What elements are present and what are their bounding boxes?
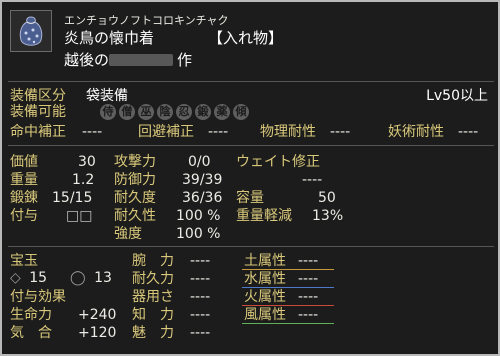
hit-correction-label: 命中補正 xyxy=(10,124,66,140)
bonus-label: 器用さ xyxy=(132,289,174,305)
effect-label: 生命力 xyxy=(10,307,52,323)
durability-resist-label: 耐久性 xyxy=(114,208,156,224)
defense-value: 39/39 xyxy=(182,172,223,188)
divider xyxy=(8,145,494,146)
fire-line xyxy=(242,305,334,306)
class-tags: 侍僧巫陰忍鍛薬傾 xyxy=(100,103,252,120)
effects-label: 付与効果 xyxy=(10,289,66,305)
class-tag: 陰 xyxy=(157,104,173,120)
spell-resist-value: ---- xyxy=(458,124,479,140)
capacity-value: 50 xyxy=(318,190,336,206)
maker-prefix: 越後の xyxy=(64,51,110,69)
attack-label: 攻撃力 xyxy=(114,154,156,170)
bonus-label: 知 力 xyxy=(132,307,174,323)
maker-name-redacted xyxy=(109,54,174,66)
class-tag: 巫 xyxy=(138,104,154,120)
water-line xyxy=(242,287,334,288)
bonus-label: 魅 力 xyxy=(132,325,174,341)
weight-reduce-label: 重量軽減 xyxy=(236,208,292,224)
pouch-icon xyxy=(19,16,43,46)
weight-reduce-value: 13% xyxy=(312,208,344,224)
attack-value: 0/0 xyxy=(188,154,211,170)
physical-resist-value: ---- xyxy=(330,124,351,140)
equip-type-value: 袋装備 xyxy=(86,88,128,104)
gems-label: 宝玉 xyxy=(10,253,38,269)
divider xyxy=(8,81,494,82)
price-label: 価値 xyxy=(10,154,38,170)
durability-value: 36/36 xyxy=(182,190,223,206)
gem-circle: ◯ 13 xyxy=(70,270,112,286)
durability-resist-value: 100 % xyxy=(176,208,221,224)
element-value: ---- xyxy=(298,271,319,287)
strength-value: 100 % xyxy=(176,226,221,242)
equip-type-label: 装備区分 xyxy=(10,88,66,104)
bonus-value: ---- xyxy=(190,289,211,305)
price-value: 30 xyxy=(78,154,96,170)
item-category: 【入れ物】 xyxy=(208,29,284,47)
element-value: ---- xyxy=(298,253,319,269)
weight-value: 1.2 xyxy=(72,172,95,188)
divider xyxy=(8,246,494,247)
evade-correction-label: 回避補正 xyxy=(138,124,194,140)
maker-suffix: 作 xyxy=(177,51,193,69)
element-value: ---- xyxy=(298,307,319,323)
element-label: 風属性 xyxy=(244,307,286,323)
diamond-icon: ◇ xyxy=(10,270,21,286)
level-requirement: Lv50以上 xyxy=(426,88,488,104)
element-label: 水属性 xyxy=(244,271,286,287)
class-tag: 薬 xyxy=(214,104,230,120)
class-tag: 鍛 xyxy=(195,104,211,120)
item-kana: エンチョウノフトコロキンチャク xyxy=(64,14,229,27)
effect-label: 気 合 xyxy=(10,325,52,341)
enchant-slots: □□ xyxy=(66,208,93,224)
class-tag: 僧 xyxy=(119,104,135,120)
element-label: 火属性 xyxy=(244,289,286,305)
item-icon xyxy=(10,10,52,52)
wind-line xyxy=(242,323,334,324)
effect-value: +240 xyxy=(78,307,117,323)
hit-correction-value: ---- xyxy=(82,124,103,140)
item-maker: 越後の 作 xyxy=(64,52,192,68)
bonus-label: 耐久力 xyxy=(132,271,174,287)
element-label: 土属性 xyxy=(244,253,286,269)
class-tag: 侍 xyxy=(100,104,116,120)
durability-label: 耐久度 xyxy=(114,190,156,206)
bonus-value: ---- xyxy=(190,253,211,269)
forge-label: 鍛錬 xyxy=(10,190,38,206)
weight-mod-label: ウェイト修正 xyxy=(236,154,320,170)
item-tooltip: エンチョウノフトコロキンチャク 炎鳥の懐巾着 【入れ物】 越後の 作 装備区分 袋… xyxy=(0,0,500,356)
bonus-value: ---- xyxy=(190,325,211,341)
weight-mod-value: ---- xyxy=(302,172,323,188)
weight-label: 重量 xyxy=(10,172,38,188)
capacity-label: 容量 xyxy=(236,190,264,206)
gem-diamond: ◇ 15 xyxy=(10,270,47,286)
spell-resist-label: 妖術耐性 xyxy=(388,124,444,140)
gem-diamond-count: 15 xyxy=(29,270,48,286)
earth-line xyxy=(242,269,334,270)
physical-resist-label: 物理耐性 xyxy=(260,124,316,140)
class-tag: 傾 xyxy=(233,104,249,120)
defense-label: 防御力 xyxy=(114,172,156,188)
bonus-label: 腕 力 xyxy=(132,253,174,269)
bonus-value: ---- xyxy=(190,271,211,287)
class-tag: 忍 xyxy=(176,104,192,120)
gem-circle-count: 13 xyxy=(94,270,112,286)
circle-icon: ◯ xyxy=(70,270,86,286)
effect-value: +120 xyxy=(78,325,117,341)
bonus-value: ---- xyxy=(190,307,211,323)
forge-value: 15/15 xyxy=(52,190,93,206)
enchant-label: 付与 xyxy=(10,208,38,224)
can-equip-label: 装備可能 xyxy=(10,104,66,120)
strength-label: 強度 xyxy=(114,226,142,242)
evade-correction-value: ---- xyxy=(208,124,229,140)
item-name: 炎鳥の懐巾着 xyxy=(64,29,155,47)
element-value: ---- xyxy=(298,289,319,305)
